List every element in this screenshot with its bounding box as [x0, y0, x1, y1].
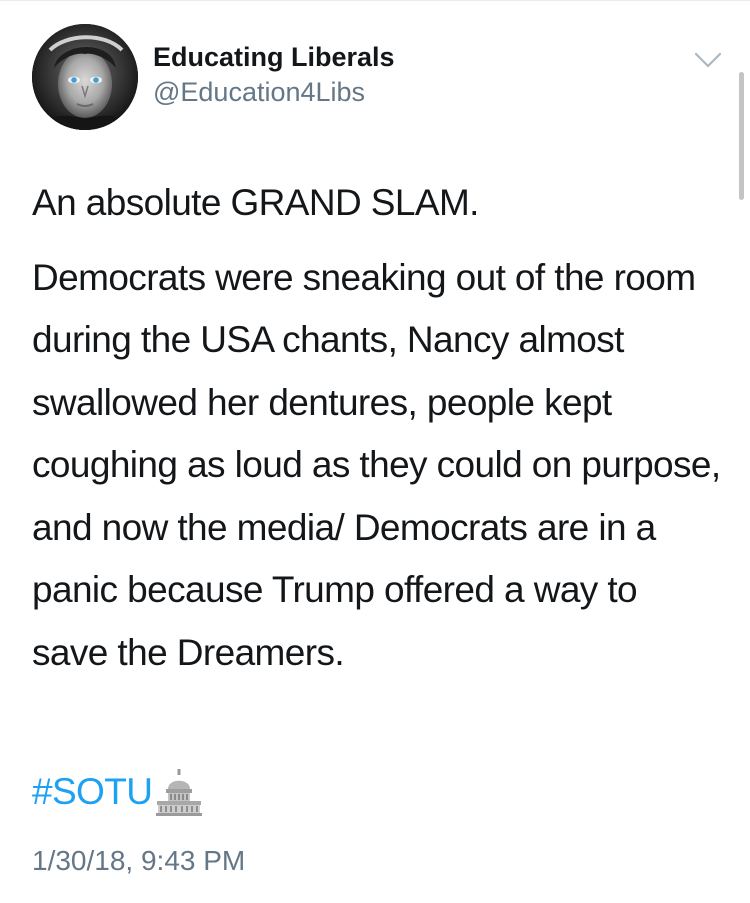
avatar[interactable]	[32, 24, 138, 130]
author-handle[interactable]: @Education4Libs	[153, 77, 365, 108]
tweet-menu-button[interactable]	[692, 48, 724, 72]
top-divider	[0, 0, 750, 1]
hashtag-line: #SOTU	[32, 762, 204, 822]
hashtag-link[interactable]: #SOTU	[32, 771, 153, 812]
scrollbar[interactable]	[739, 72, 744, 200]
tweet-header: Educating Liberals @Education4Libs	[32, 24, 732, 130]
chevron-down-icon	[694, 52, 722, 68]
tweet-text: An absolute GRAND SLAM. Democrats were s…	[32, 172, 722, 684]
tweet-timestamp[interactable]: 1/30/18, 9:43 PM	[32, 845, 245, 877]
tweet-text-body: Democrats were sneaking out of the room …	[32, 256, 721, 673]
tweet-text-lead: An absolute GRAND SLAM.	[32, 182, 479, 223]
capitol-building-icon	[154, 767, 204, 817]
author-display-name[interactable]: Educating Liberals	[153, 42, 395, 73]
profile-photo-icon	[32, 24, 138, 130]
